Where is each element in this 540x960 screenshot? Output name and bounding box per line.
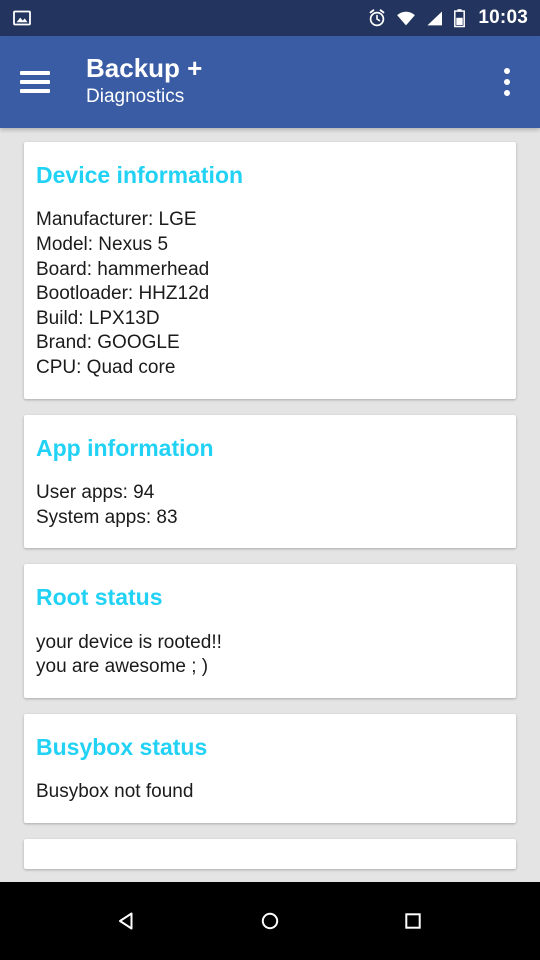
status-bar-clock: 10:03: [478, 7, 528, 28]
hamburger-menu-icon[interactable]: [20, 66, 52, 98]
recents-square-icon: [404, 913, 421, 929]
back-triangle-icon: [119, 912, 133, 930]
card-title: Busybox status: [36, 733, 208, 760]
photo-notification-icon: [13, 10, 31, 26]
card-line: you are awesome ; ): [36, 656, 209, 678]
wifi-icon: [397, 11, 416, 25]
card-line: System apps: 83: [36, 506, 178, 528]
alarm-icon: [370, 9, 385, 27]
card-title: Root status: [36, 584, 163, 611]
app-bar: Backup + Diagnostics: [0, 36, 540, 128]
status-bar: 10:03: [0, 0, 540, 36]
card-line: Bootloader: HHZ12d: [36, 283, 210, 305]
status-bar-icons: 10:03: [367, 7, 528, 29]
overflow-menu-icon[interactable]: [490, 62, 524, 102]
card-line: your device is rooted!!: [36, 631, 222, 653]
battery-icon: [454, 9, 466, 28]
card-line: Build: LPX13D: [36, 307, 160, 329]
card-body: Manufacturer: LGE Model: Nexus 5 Board: …: [36, 208, 504, 380]
card-line: Busybox not found: [36, 781, 194, 803]
recents-button[interactable]: [385, 893, 441, 949]
card-device-information[interactable]: Device information Manufacturer: LGE Mod…: [24, 142, 516, 399]
page-subtitle: Diagnostics: [86, 86, 185, 108]
home-button[interactable]: [242, 893, 298, 949]
card-line: Board: hammerhead: [36, 258, 210, 280]
card-line: Manufacturer: LGE: [36, 209, 197, 231]
card-body: your device is rooted!! you are awesome …: [36, 631, 504, 680]
home-circle-icon: [261, 912, 279, 930]
back-button[interactable]: [99, 893, 155, 949]
card-app-information[interactable]: App information User apps: 94 System app…: [24, 414, 516, 549]
status-bar-notifications: [12, 8, 32, 28]
content-scroll-area[interactable]: Device information Manufacturer: LGE Mod…: [0, 128, 540, 882]
android-navigation-bar: [0, 882, 540, 960]
app-bar-titles: Backup + Diagnostics: [86, 53, 203, 110]
card-line: CPU: Quad core: [36, 357, 176, 378]
card-root-status[interactable]: Root status your device is rooted!! you …: [24, 564, 516, 698]
card-body: User apps: 94 System apps: 83: [36, 481, 504, 530]
signal-icon: [427, 11, 443, 25]
card-busybox-status[interactable]: Busybox status Busybox not found: [24, 713, 516, 823]
card-line: Model: Nexus 5: [36, 234, 169, 256]
card-next-partial[interactable]: [24, 838, 516, 869]
card-line: User apps: 94: [36, 482, 155, 504]
card-title: Device information: [36, 162, 244, 188]
card-title: App information: [36, 434, 214, 461]
card-body: Busybox not found: [36, 780, 504, 805]
card-line: Brand: GOOGLE: [36, 332, 180, 354]
page-title: Backup +: [86, 53, 203, 84]
app-screen: 10:03 Backup + Diagnostics Device inform…: [0, 0, 540, 960]
